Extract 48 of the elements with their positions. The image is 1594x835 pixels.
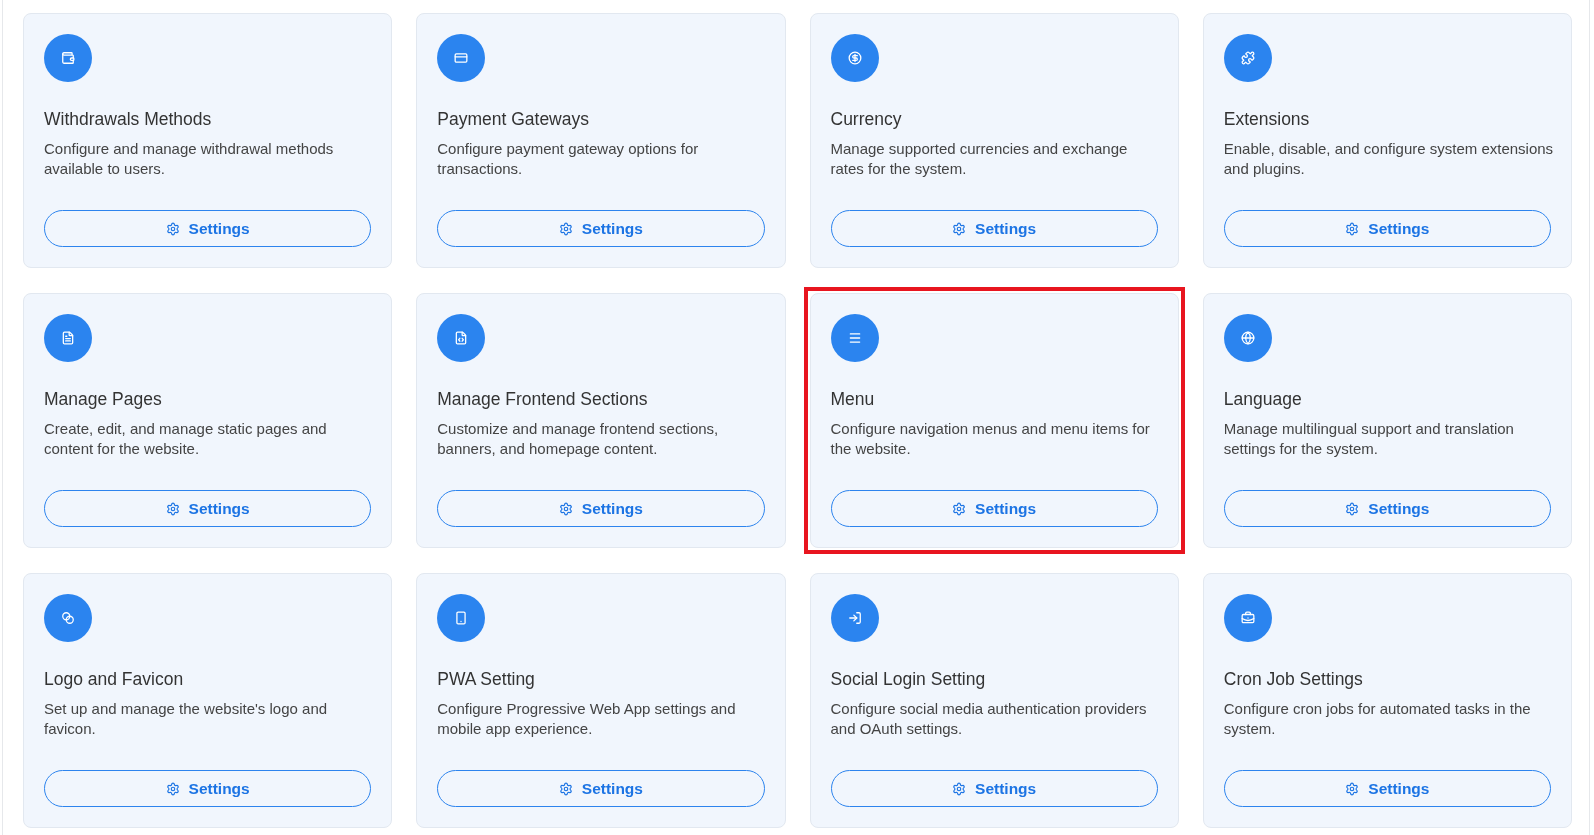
card-description: Enable, disable, and configure system extensions and plugins.: [1223, 139, 1555, 179]
document-icon: [44, 314, 92, 362]
gear-icon: [1345, 501, 1360, 516]
gear-icon: [165, 781, 180, 796]
gear-icon: [952, 501, 967, 516]
gear-icon: [558, 501, 573, 516]
login-icon: [830, 594, 879, 642]
card-description: Customize and manage frontend sections, banners, and homepage content.: [437, 419, 720, 459]
card-title: Manage Frontend Sections: [437, 388, 649, 411]
card-description: Configure cron jobs for automated tasks in the system.: [1223, 699, 1532, 739]
gear-icon: [165, 501, 180, 516]
gear-icon: [558, 221, 573, 236]
card-title: Cron Job Settings: [1223, 668, 1364, 691]
card-title: Payment Gateways: [437, 108, 590, 131]
card-title: Manage Pages: [44, 388, 163, 411]
card-description: Configure navigation menus and menu items for the website.: [830, 419, 1151, 459]
credit-card-icon: [437, 34, 486, 82]
card-description: Manage supported currencies and exchange rates for the system.: [830, 139, 1129, 179]
smartphone-icon: [437, 594, 486, 642]
card-description: Configure social media authentication providers and OAuth settings.: [830, 699, 1148, 739]
card-description: Create, edit, and manage static pages and content for the website.: [44, 419, 328, 459]
puzzle-icon: [1223, 34, 1272, 82]
card-description: Configure Progressive Web App settings and mobile app experience.: [437, 699, 737, 739]
card-title: Currency: [830, 108, 903, 131]
gear-icon: [1345, 781, 1360, 796]
card-title: Logo and Favicon: [44, 668, 185, 691]
menu-icon: [830, 314, 879, 362]
overlapping-circles-icon: [44, 594, 92, 642]
gear-icon: [165, 221, 180, 236]
card-title: Menu: [830, 388, 876, 411]
card-description: Configure and manage withdrawal methods available to users.: [44, 139, 335, 179]
code-file-icon: [437, 314, 486, 362]
gear-icon: [952, 221, 967, 236]
briefcase-icon: [1223, 594, 1272, 642]
card-title: Extensions: [1223, 108, 1311, 131]
card-description: Manage multilingual support and translation settings for the system.: [1223, 419, 1515, 459]
gear-icon: [1345, 221, 1360, 236]
card-title: Withdrawals Methods: [44, 108, 213, 131]
dollar-coin-icon: [830, 34, 879, 82]
card-title: Social Login Setting: [830, 668, 987, 691]
card-description: Set up and manage the website's logo and favicon.: [44, 699, 329, 739]
wallet-icon: [44, 34, 92, 82]
card-description: Configure payment gateway options for transactions.: [437, 139, 700, 179]
globe-icon: [1223, 314, 1272, 362]
gear-icon: [952, 781, 967, 796]
card-title: Language: [1223, 388, 1303, 411]
card-title: PWA Setting: [437, 668, 536, 691]
gear-icon: [558, 781, 573, 796]
